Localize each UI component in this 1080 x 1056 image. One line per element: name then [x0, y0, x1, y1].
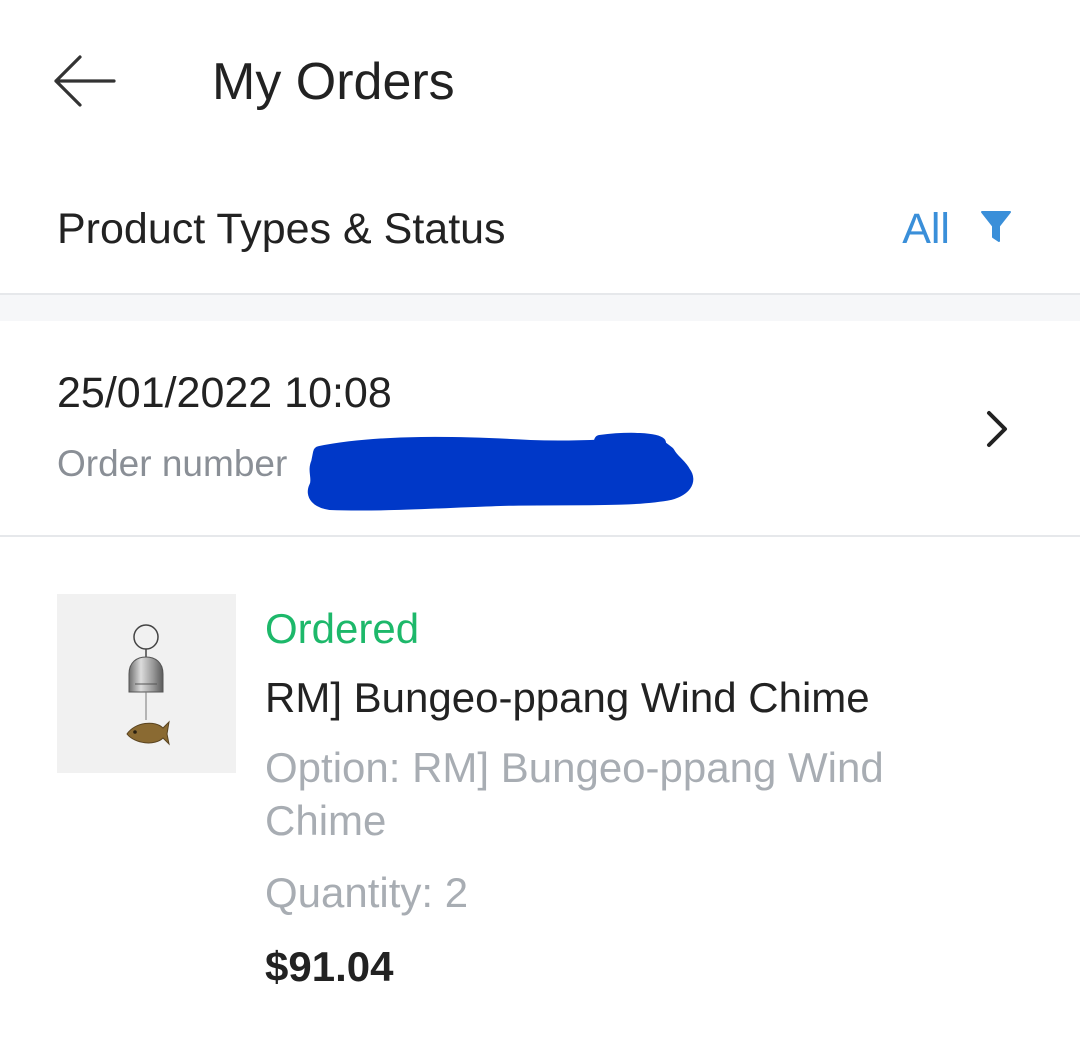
filter-label: Product Types & Status	[57, 205, 506, 253]
filter-row[interactable]: Product Types & Status All	[0, 165, 1080, 293]
chevron-right-icon[interactable]	[984, 409, 1010, 449]
order-number-label: Order number	[57, 443, 288, 484]
redaction-scribble	[307, 432, 694, 511]
app-bar: My Orders	[0, 0, 1080, 165]
order-status: Ordered	[265, 605, 420, 652]
wind-chime-product-image	[126, 624, 170, 746]
product-quantity: Quantity: 2	[265, 869, 469, 916]
product-price: $91.04	[265, 943, 394, 990]
product-thumbnail[interactable]	[57, 594, 236, 773]
product-option: Option: RM] Bungeo-ppang Wind Chime	[265, 744, 884, 844]
order-date: 25/01/2022 10:08	[57, 369, 392, 417]
product-name: RM] Bungeo-ppang Wind Chime	[265, 674, 870, 721]
section-gap	[0, 295, 1080, 321]
order-item[interactable]: Ordered RM] Bungeo-ppang Wind Chime Opti…	[0, 537, 1080, 1056]
order-header[interactable]: 25/01/2022 10:08 Order number	[0, 321, 1080, 535]
back-button[interactable]	[44, 46, 124, 116]
page-title: My Orders	[212, 53, 455, 111]
arrow-left-icon	[54, 55, 116, 107]
filter-funnel-icon[interactable]	[980, 209, 1012, 245]
filter-value[interactable]: All	[902, 203, 950, 255]
